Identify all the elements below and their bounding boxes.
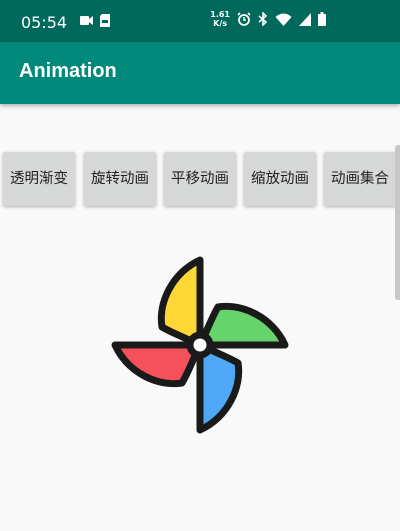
status-bar: 05:54 1.61 K/s [0, 0, 400, 42]
translate-animation-button[interactable]: 平移动画 [164, 152, 236, 206]
bluetooth-icon [258, 12, 268, 26]
network-speed-value: 1.61 [210, 10, 230, 19]
animation-set-button[interactable]: 动画集合 [324, 152, 396, 206]
network-speed: 1.61 K/s [210, 10, 230, 28]
app-bar: Animation [0, 42, 400, 104]
video-icon [80, 16, 93, 25]
pinwheel-image [111, 256, 289, 434]
rotate-animation-button[interactable]: 旋转动画 [84, 152, 156, 206]
scroll-indicator[interactable] [395, 145, 400, 300]
button-label: 平移动画 [171, 170, 229, 187]
fade-animation-button[interactable]: 透明渐变 [3, 152, 75, 206]
button-label: 透明渐变 [10, 170, 68, 187]
status-time: 05:54 [21, 13, 68, 32]
button-label: 动画集合 [331, 170, 389, 187]
animation-buttons-row: 透明渐变 旋转动画 平移动画 缩放动画 动画集合 [0, 152, 400, 206]
button-label: 缩放动画 [251, 170, 309, 187]
alarm-icon [237, 12, 251, 26]
sd-card-icon [100, 14, 110, 27]
battery-icon [318, 12, 326, 26]
app-title: Animation [19, 60, 117, 82]
network-speed-unit: K/s [213, 19, 228, 28]
scale-animation-button[interactable]: 缩放动画 [244, 152, 316, 206]
button-label: 旋转动画 [91, 170, 149, 187]
signal-icon [299, 12, 311, 26]
wifi-icon [275, 13, 292, 26]
